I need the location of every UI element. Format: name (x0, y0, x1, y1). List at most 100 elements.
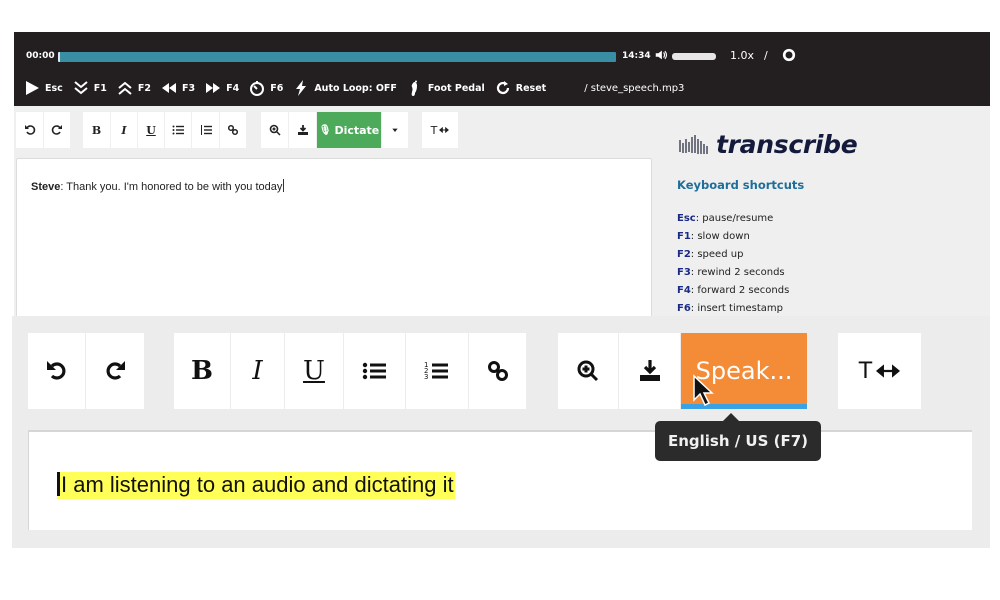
zoomed-text-width-button[interactable]: T (838, 333, 921, 409)
play-shortcut-label: Esc (45, 82, 63, 94)
redo-icon (51, 125, 62, 135)
double-chevron-up-icon (118, 81, 132, 95)
rewind-button[interactable]: F3 (161, 80, 195, 96)
zoomed-underline-button[interactable]: U (285, 333, 343, 409)
shortcuts-title: Keyboard shortcuts (677, 178, 805, 192)
shortcut-item: F3: rewind 2 seconds (677, 264, 789, 282)
shortcut-action: : rewind 2 seconds (690, 267, 785, 278)
language-tooltip: English / US (F7) (655, 413, 821, 461)
rewind-shortcut-label: F3 (182, 82, 196, 94)
underline-glyph: U (303, 356, 325, 386)
dictated-text-highlight: I am listening to an audio and dictating… (57, 472, 455, 499)
text-width-glyph: T (858, 358, 873, 384)
audio-filename: / steve_speech.mp3 (584, 82, 685, 94)
shortcut-action: : pause/resume (695, 213, 774, 224)
reset-icon (496, 81, 509, 95)
forward-button[interactable]: F4 (205, 80, 239, 96)
playback-speed[interactable]: 1.0x (730, 49, 754, 62)
speaker-name: Steve (31, 181, 61, 193)
transcript-line: Steve: Thank you. I'm honored to be with… (31, 179, 285, 193)
shortcut-action: : forward 2 seconds (690, 285, 790, 296)
zoomed-numbered-list-button[interactable]: 123 (406, 333, 468, 409)
current-time: 00:00 (26, 51, 55, 61)
bold-button[interactable]: B (83, 112, 110, 148)
dictate-button[interactable]: 🎙 Dictate (317, 112, 381, 148)
shortcut-item: F2: speed up (677, 246, 789, 264)
shortcut-key: F3 (677, 267, 691, 278)
settings-icon[interactable] (782, 48, 796, 62)
zoomed-link-button[interactable] (469, 333, 526, 409)
shortcut-item: F1: slow down (677, 228, 789, 246)
zoomed-redo-button[interactable] (86, 333, 144, 409)
undo-icon (24, 125, 35, 135)
redo-icon (106, 361, 125, 380)
link-icon (227, 124, 239, 136)
reset-label: Reset (515, 82, 547, 94)
speed-up-shortcut-label: F2 (137, 82, 151, 94)
auto-loop-toggle[interactable]: Auto Loop: OFF (293, 80, 397, 96)
waveform-icon (679, 134, 708, 154)
double-chevron-down-icon (74, 81, 88, 95)
reset-button[interactable]: Reset (495, 80, 546, 96)
shortcut-key: F1 (677, 231, 691, 242)
brand-name: transcribe (716, 130, 858, 159)
shortcut-item: F4: forward 2 seconds (677, 282, 789, 300)
slow-down-button[interactable]: F1 (73, 80, 107, 96)
bullet-list-icon (172, 125, 184, 135)
zoomed-download-button[interactable] (619, 333, 680, 409)
rewind-icon (162, 83, 176, 93)
italic-button[interactable]: I (111, 112, 137, 148)
speed-up-button[interactable]: F2 (117, 80, 151, 96)
timer-icon (250, 81, 265, 96)
zoomed-undo-button[interactable] (28, 333, 85, 409)
text-width-button[interactable]: T (422, 112, 458, 148)
text-width-glyph: T (430, 123, 438, 137)
link-button[interactable] (220, 112, 246, 148)
undo-icon (46, 361, 65, 380)
download-icon (639, 360, 660, 381)
shortcut-key: F2 (677, 249, 691, 260)
volume-slider[interactable] (672, 53, 716, 60)
horizontal-arrows-icon (439, 126, 450, 134)
shortcut-action: : slow down (690, 231, 750, 242)
transcribe-app: 00:00 14:34 1.0x / Esc F1 F2 F3 F4 F6 Au… (14, 32, 990, 318)
volume-icon[interactable] (654, 48, 668, 62)
audio-player: 00:00 14:34 1.0x / Esc F1 F2 F3 F4 F6 Au… (14, 32, 990, 106)
foot-pedal-label: Foot Pedal (427, 82, 485, 94)
zoomed-zoom-in-button[interactable] (558, 333, 618, 409)
redo-button[interactable] (44, 112, 70, 148)
foot-icon (411, 80, 417, 96)
bullet-list-icon (362, 362, 386, 380)
shortcut-key: F4 (677, 285, 691, 296)
numbered-list-icon: 123 (424, 361, 448, 381)
foot-pedal-button[interactable]: Foot Pedal (407, 80, 485, 96)
lightning-icon (296, 80, 307, 96)
numbered-list-button[interactable] (192, 112, 219, 148)
play-button[interactable]: Esc (24, 80, 63, 96)
caret-down-icon (392, 128, 398, 132)
dictate-language-dropdown[interactable] (382, 112, 408, 148)
bullet-list-button[interactable] (165, 112, 191, 148)
auto-loop-label: Auto Loop: OFF (314, 82, 397, 94)
transcript-editor[interactable]: Steve: Thank you. I'm honored to be with… (16, 158, 652, 318)
seek-bar[interactable] (58, 52, 616, 62)
slow-down-shortcut-label: F1 (93, 82, 107, 94)
zoomed-bullet-list-button[interactable] (344, 333, 405, 409)
zoomed-italic-button[interactable]: I (231, 333, 284, 409)
undo-button[interactable] (16, 112, 43, 148)
text-caret (283, 179, 285, 192)
mouse-pointer-icon (693, 374, 714, 407)
zoom-in-icon (577, 360, 599, 382)
zoomed-bold-button[interactable]: B (174, 333, 230, 409)
download-button[interactable] (289, 112, 316, 148)
numbered-list-icon (200, 125, 212, 135)
timestamp-button[interactable]: F6 (249, 80, 283, 96)
download-icon (297, 125, 308, 135)
link-icon (487, 361, 508, 381)
shortcuts-list: Esc: pause/resume F1: slow down F2: spee… (677, 210, 789, 318)
shortcut-key: Esc (677, 213, 696, 224)
zoom-in-button[interactable] (261, 112, 288, 148)
shortcut-key: F6 (677, 303, 691, 314)
underline-button[interactable]: U (138, 112, 164, 148)
zoomed-transcript-editor[interactable]: I am listening to an audio and dictating… (28, 430, 972, 530)
